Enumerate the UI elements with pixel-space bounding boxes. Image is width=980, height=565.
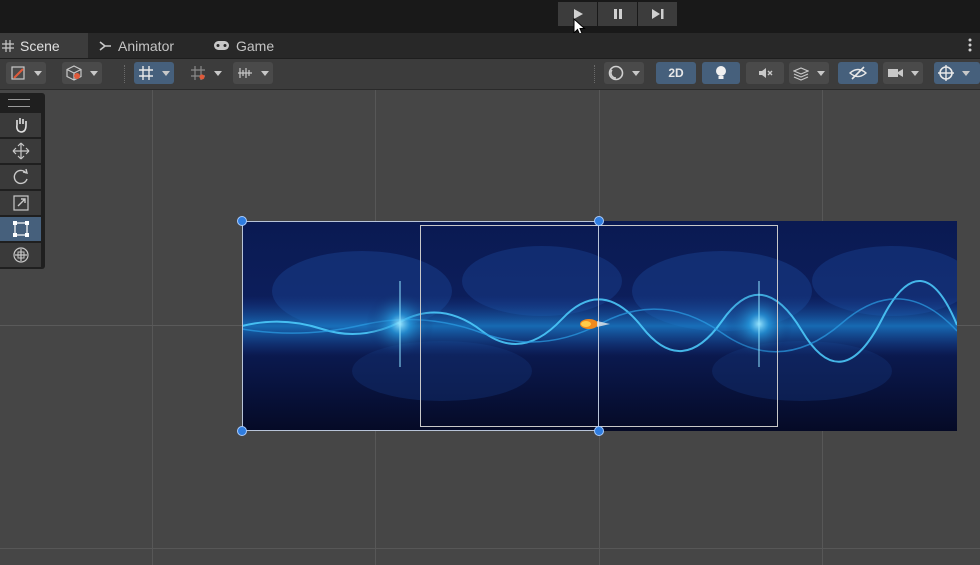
grid-icon — [2, 39, 14, 52]
drag-handle[interactable] — [8, 99, 30, 107]
chevron-down-icon — [958, 62, 974, 84]
rect-handle-bottom-right[interactable] — [594, 426, 604, 436]
move-tool-button[interactable] — [0, 139, 41, 163]
tools-overlay — [0, 93, 45, 269]
camera-icon — [883, 62, 907, 84]
layers-icon — [789, 62, 813, 84]
audio-toggle[interactable] — [746, 62, 784, 84]
scale-tool-button[interactable] — [0, 191, 41, 215]
increment-snap-toggle[interactable] — [186, 62, 226, 84]
lightbulb-icon — [709, 62, 733, 84]
scene-camera-dropdown[interactable] — [883, 62, 923, 84]
chevron-down-icon — [907, 62, 923, 84]
tab-animator[interactable]: Animator — [99, 33, 174, 58]
move-icon — [12, 142, 29, 160]
animator-icon — [99, 40, 112, 52]
rect-handle-top-left[interactable] — [237, 216, 247, 226]
rotate-tool-button[interactable] — [0, 165, 41, 189]
scene-visibility-toggle[interactable] — [838, 62, 878, 84]
tab-animator-label: Animator — [118, 37, 175, 54]
tab-game[interactable]: Game — [213, 33, 274, 58]
chevron-down-icon — [210, 62, 226, 84]
hand-tool-button[interactable] — [0, 113, 41, 137]
grid-line — [0, 548, 980, 549]
shading-mode-dropdown[interactable] — [604, 62, 644, 84]
tab-scene[interactable]: Scene — [0, 33, 88, 58]
toolbar-divider — [594, 65, 597, 83]
pause-button[interactable] — [598, 2, 637, 26]
play-toolbar — [0, 0, 980, 33]
transform-tool-button[interactable] — [0, 243, 41, 267]
chevron-down-icon — [158, 62, 174, 84]
speaker-muted-icon — [753, 62, 777, 84]
ruler-snap-dropdown[interactable] — [233, 62, 273, 84]
transform-icon — [12, 247, 29, 263]
chevron-down-icon — [86, 62, 102, 84]
rect-handle-top-right[interactable] — [594, 216, 604, 226]
player-ship-sprite[interactable] — [577, 317, 611, 331]
chevron-down-icon — [257, 62, 273, 84]
chevron-down-icon — [30, 62, 46, 84]
sphere-icon — [604, 62, 628, 84]
grid-snap-icon — [134, 62, 158, 84]
rotate-icon — [13, 168, 28, 185]
rect-handle-bottom-left[interactable] — [237, 426, 247, 436]
eye-hidden-icon — [846, 62, 870, 84]
cube-icon — [62, 62, 86, 84]
brush-icon — [6, 62, 30, 84]
draw-mode-dropdown[interactable] — [6, 62, 46, 84]
pause-icon — [613, 9, 622, 19]
step-button[interactable] — [638, 2, 677, 26]
mode-2d-toggle[interactable]: 2D — [656, 62, 696, 84]
grid-snapping-toggle[interactable] — [134, 62, 174, 84]
rect-transform-icon — [12, 221, 29, 237]
scale-icon — [12, 195, 29, 211]
chevron-down-icon — [628, 62, 644, 84]
lighting-toggle[interactable] — [702, 62, 740, 84]
scene-toolbar: 2D — [0, 59, 980, 90]
step-icon — [651, 9, 663, 19]
rect-tool-button[interactable] — [0, 217, 41, 241]
snap-increment-icon — [186, 62, 210, 84]
tab-scene-label: Scene — [20, 37, 60, 54]
effects-dropdown[interactable] — [789, 62, 829, 84]
gizmos-dropdown[interactable] — [934, 62, 980, 84]
render-mode-dropdown[interactable] — [62, 62, 102, 84]
gizmo-icon — [934, 62, 958, 84]
more-options-icon[interactable] — [968, 38, 972, 52]
hand-icon — [15, 118, 27, 133]
gamepad-icon — [213, 40, 230, 51]
grid-line — [152, 90, 153, 565]
tab-game-label: Game — [236, 37, 275, 54]
ruler-icon — [233, 62, 257, 84]
selection-rect[interactable] — [242, 221, 599, 431]
scene-viewport[interactable] — [0, 90, 980, 565]
chevron-down-icon — [813, 62, 829, 84]
toolbar-divider — [124, 65, 127, 83]
view-tab-bar: Scene Animator Game — [0, 33, 980, 59]
